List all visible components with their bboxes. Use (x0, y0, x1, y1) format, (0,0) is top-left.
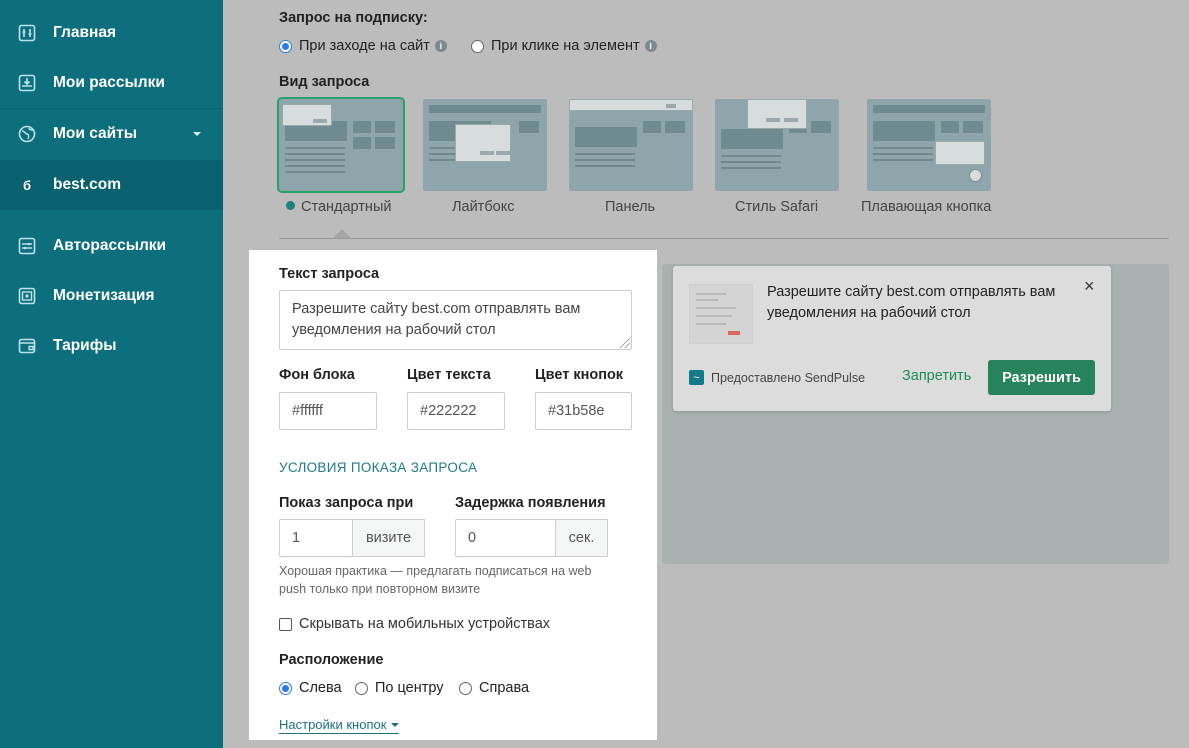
hint-text: Хорошая практика — предлагать подписатьс… (279, 564, 592, 596)
radio-dot[interactable] (279, 681, 292, 695)
home-icon (18, 24, 36, 42)
radio-position-center[interactable]: По центру (355, 680, 444, 696)
subscription-label: Запрос на подписку: (279, 10, 428, 26)
sidebar-item-automation[interactable]: Авторассылки (0, 221, 223, 271)
sidebar-item-label: Мои рассылки (53, 74, 165, 91)
button-color-input[interactable] (535, 392, 632, 430)
delay-unit: сек. (555, 519, 608, 557)
radio-label: При заходе на сайт (299, 38, 430, 54)
sidebar-item-label: Авторассылки (53, 237, 167, 254)
radio-dot[interactable] (459, 681, 472, 695)
info-icon[interactable]: i (434, 40, 447, 52)
section-title: УСЛОВИЯ ПОКАЗА ЗАПРОСА (279, 460, 478, 475)
site-icon: б (22, 177, 32, 193)
view-type-label-standard[interactable]: Стандартный (286, 199, 391, 215)
automation-icon (18, 237, 36, 255)
bg-color-input[interactable] (279, 392, 377, 430)
divider (279, 238, 1169, 239)
mailings-icon (18, 74, 36, 92)
request-text-input[interactable]: Разрешите сайту best.com отправлять вам … (279, 290, 632, 350)
sidebar-item-monetization[interactable]: Монетизация (0, 271, 223, 321)
delay-label: Задержка появления (455, 495, 606, 511)
button-settings-toggle[interactable]: Настройки кнопок (279, 717, 400, 734)
radio-label: Слева (299, 680, 342, 696)
text-color-input[interactable] (407, 392, 505, 430)
view-type-standard[interactable] (277, 97, 405, 193)
wallet-icon (18, 337, 36, 355)
sidebar-item-best-com[interactable]: б best.com (0, 160, 223, 210)
button-color-label: Цвет кнопок (535, 367, 624, 383)
sidebar-item-label: best.com (53, 176, 122, 193)
resize-handle-icon[interactable] (620, 338, 630, 348)
close-icon[interactable]: × (1084, 276, 1095, 297)
bg-color-label: Фон блока (279, 367, 355, 383)
sidebar-item-home[interactable]: Главная (0, 8, 223, 58)
show-visit-input[interactable] (279, 519, 353, 557)
chevron-down-icon (391, 722, 400, 727)
radio-position-right[interactable]: Справа (459, 680, 529, 696)
globe-icon (18, 125, 36, 143)
sidebar-item-label: Тарифы (53, 337, 117, 354)
radio-dot[interactable] (355, 681, 368, 695)
view-type-floating-button[interactable] (867, 99, 991, 191)
sidebar-item-tariffs[interactable]: Тарифы (0, 321, 223, 371)
sidebar-item-label: Монетизация (53, 287, 155, 304)
text-label: Текст запроса (279, 266, 380, 282)
sidebar: Главная Мои рассылки Мои сайты б best.co… (0, 0, 223, 748)
monetization-icon (18, 287, 36, 305)
radio-on-visit[interactable]: При заходе на сайт i (279, 38, 447, 54)
view-type-label-floating[interactable]: Плавающая кнопка (861, 199, 991, 215)
sidebar-item-my-sites[interactable]: Мои сайты (0, 109, 223, 159)
radio-position-left[interactable]: Слева (279, 680, 342, 696)
position-label: Расположение (279, 652, 384, 668)
radio-label: При клике на элемент (491, 38, 640, 54)
brand-text: Предоставлено SendPulse (711, 370, 866, 385)
view-type-lightbox[interactable] (423, 99, 547, 191)
radio-dot[interactable] (471, 39, 484, 53)
view-type-label-safari[interactable]: Стиль Safari (735, 199, 818, 215)
info-icon[interactable]: i (644, 40, 657, 52)
checkbox-label: Скрывать на мобильных устройствах (299, 616, 551, 632)
sidebar-item-label: Главная (53, 24, 117, 41)
brand-line: ~ Предоставлено SendPulse (689, 370, 865, 385)
view-type-label-lightbox[interactable]: Лайтбокс (452, 199, 514, 215)
preview-thumbnail (689, 284, 753, 344)
push-preview: Разрешите сайту best.com отправлять вам … (673, 266, 1111, 411)
visit-unit: визите (352, 519, 425, 557)
view-type-safari[interactable] (715, 99, 839, 191)
sidebar-item-mailings[interactable]: Мои рассылки (0, 58, 223, 108)
delay-input[interactable] (455, 519, 556, 557)
sidebar-item-label: Мои сайты (53, 125, 138, 142)
settings-panel: Текст запроса Разрешите сайту best.com о… (249, 250, 657, 740)
selected-dot (286, 201, 295, 210)
radio-dot[interactable] (279, 39, 292, 53)
view-type-panel[interactable] (569, 99, 693, 191)
radio-label: По центру (375, 680, 444, 696)
text-color-label: Цвет текста (407, 367, 491, 383)
checkbox-box[interactable] (279, 617, 292, 631)
chevron-down-icon (193, 132, 201, 136)
view-label: Вид запроса (279, 74, 370, 90)
radio-label: Справа (479, 680, 530, 696)
preview-message: Разрешите сайту best.com отправлять вам … (767, 284, 1056, 321)
allow-button[interactable]: Разрешить (988, 360, 1095, 395)
pointer-triangle (333, 229, 351, 238)
show-on-label: Показ запроса при (279, 495, 414, 511)
radio-on-click[interactable]: При клике на элемент i (471, 38, 657, 54)
deny-button[interactable]: Запретить (902, 368, 971, 384)
view-type-label-panel[interactable]: Панель (605, 199, 655, 215)
button-settings-label: Настройки кнопок (279, 717, 387, 732)
sendpulse-logo-icon: ~ (689, 370, 704, 385)
hide-mobile-checkbox[interactable]: Скрывать на мобильных устройствах (279, 616, 550, 632)
